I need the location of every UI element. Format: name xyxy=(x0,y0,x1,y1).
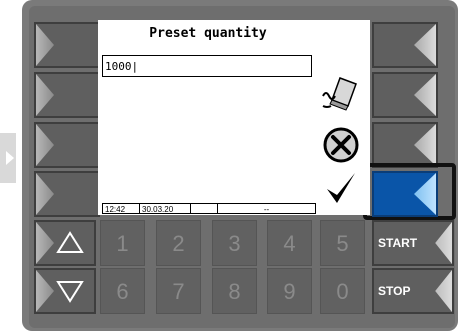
numkey-5[interactable]: 5 xyxy=(320,220,365,266)
softkey-right-2[interactable] xyxy=(372,72,438,118)
stop-label: STOP xyxy=(378,284,411,298)
numkey-3[interactable]: 3 xyxy=(212,220,257,266)
numkey-1[interactable]: 1 xyxy=(100,220,145,266)
start-label: START xyxy=(378,236,418,250)
numkey-7[interactable]: 7 xyxy=(156,268,201,314)
display-screen: Preset quantity 1000| 12:42 30.03.20 -- xyxy=(98,20,370,215)
softkey-left-3[interactable] xyxy=(34,122,100,168)
softkey-right-1[interactable] xyxy=(372,22,438,68)
status-time: 12:42 xyxy=(103,204,140,214)
quantity-input[interactable]: 1000| xyxy=(102,55,312,77)
arrow-down-button[interactable] xyxy=(34,268,96,314)
numkey-0[interactable]: 0 xyxy=(320,268,365,314)
page-title: Preset quantity xyxy=(149,26,267,41)
cancel-circle-icon[interactable] xyxy=(322,126,360,164)
softkey-left-2[interactable] xyxy=(34,72,100,118)
arrow-down-icon xyxy=(56,281,84,303)
arrow-up-icon xyxy=(56,231,84,253)
checkmark-icon[interactable] xyxy=(325,171,357,207)
status-field-3 xyxy=(191,204,218,213)
numkey-4[interactable]: 4 xyxy=(267,220,312,266)
status-field-4: -- xyxy=(263,205,270,214)
left-panel-tab xyxy=(0,133,16,183)
numkey-9[interactable]: 9 xyxy=(267,268,312,314)
numkey-8[interactable]: 8 xyxy=(212,268,257,314)
softkey-right-3[interactable] xyxy=(372,122,438,168)
arrow-up-button[interactable] xyxy=(34,220,96,266)
eraser-icon[interactable] xyxy=(320,72,362,114)
start-button[interactable]: START xyxy=(372,220,454,266)
numkey-6[interactable]: 6 xyxy=(100,268,145,314)
status-bar: 12:42 30.03.20 -- xyxy=(102,203,316,214)
stop-button[interactable]: STOP xyxy=(372,268,454,314)
status-date: 30.03.20 xyxy=(140,204,191,214)
softkey-left-1[interactable] xyxy=(34,22,100,68)
softkey-right-4-confirm[interactable] xyxy=(372,171,438,217)
softkey-left-4[interactable] xyxy=(34,171,100,217)
numkey-2[interactable]: 2 xyxy=(156,220,201,266)
